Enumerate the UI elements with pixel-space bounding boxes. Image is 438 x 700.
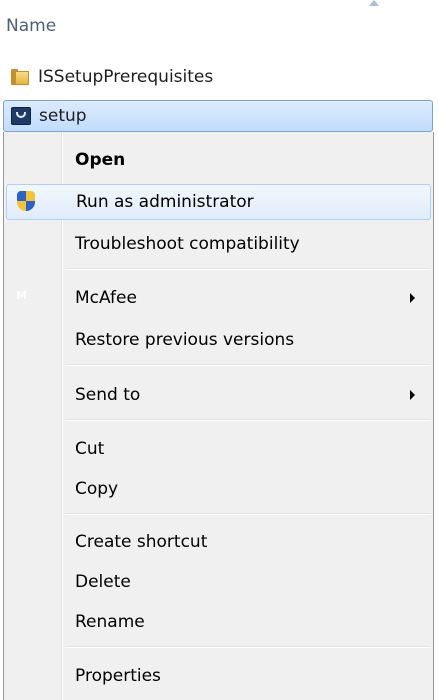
menu-item-delete[interactable]: Delete	[6, 564, 431, 600]
submenu-arrow-icon	[410, 293, 415, 303]
context-menu: Open Run as administrator Troubleshoot c…	[3, 132, 434, 700]
menu-item-label: Delete	[75, 572, 131, 592]
menu-item-create-shortcut[interactable]: Create shortcut	[6, 524, 431, 560]
menu-item-label: Properties	[75, 666, 161, 686]
menu-item-restore-previous-versions[interactable]: Restore previous versions	[6, 322, 431, 358]
menu-item-mcafee[interactable]: McAfee	[6, 280, 431, 316]
menu-item-label: Create shortcut	[75, 532, 208, 552]
file-name: ISSetupPrerequisites	[38, 67, 214, 87]
menu-item-copy[interactable]: Copy	[6, 471, 431, 507]
menu-item-label: Copy	[75, 479, 119, 499]
menu-separator	[65, 419, 431, 421]
file-row-setup[interactable]: setup	[3, 100, 433, 132]
menu-item-label: Rename	[75, 612, 145, 632]
menu-item-cut[interactable]: Cut	[6, 431, 431, 467]
menu-item-label: McAfee	[75, 288, 137, 308]
menu-separator	[65, 268, 431, 270]
setup-icon	[9, 105, 33, 127]
menu-item-send-to[interactable]: Send to	[6, 377, 431, 413]
mcafee-icon	[16, 287, 36, 309]
uac-shield-icon	[17, 191, 37, 213]
column-header-name[interactable]: Name	[6, 16, 56, 36]
menu-item-run-as-administrator[interactable]: Run as administrator	[6, 184, 431, 220]
menu-separator	[65, 364, 431, 366]
menu-item-label: Open	[75, 150, 126, 170]
menu-item-troubleshoot-compatibility[interactable]: Troubleshoot compatibility	[6, 226, 431, 262]
file-name: setup	[39, 106, 87, 126]
file-row-issetupprerequisites[interactable]: ISSetupPrerequisites	[8, 62, 308, 92]
menu-separator	[65, 513, 431, 515]
menu-separator	[65, 646, 431, 648]
folder-icon	[8, 66, 32, 88]
menu-item-open[interactable]: Open	[6, 142, 431, 178]
menu-item-properties[interactable]: Properties	[6, 658, 431, 694]
menu-item-label: Cut	[75, 439, 105, 459]
menu-item-rename[interactable]: Rename	[6, 604, 431, 640]
menu-item-label: Run as administrator	[76, 192, 254, 212]
sort-ascending-icon	[369, 0, 379, 6]
menu-item-label: Restore previous versions	[75, 330, 295, 350]
menu-item-label: Send to	[75, 385, 141, 405]
submenu-arrow-icon	[410, 390, 415, 400]
menu-item-label: Troubleshoot compatibility	[75, 234, 300, 254]
